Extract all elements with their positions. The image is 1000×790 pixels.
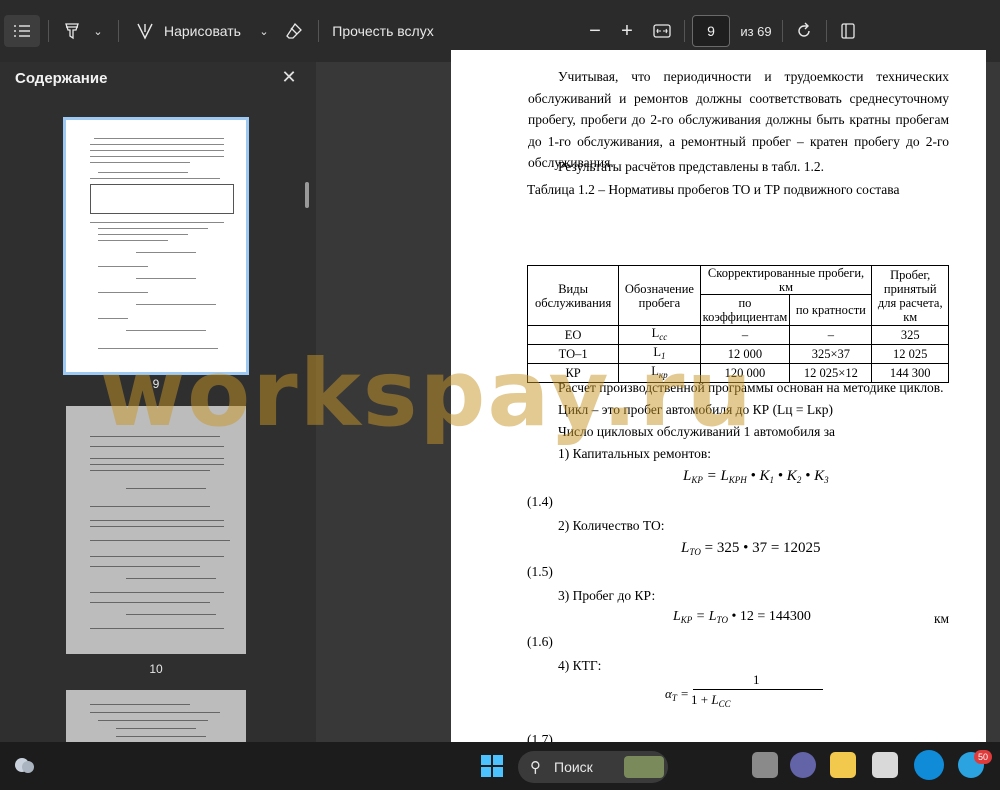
store-icon[interactable] (872, 752, 898, 778)
start-icon[interactable] (480, 754, 504, 778)
page-view-icon (841, 23, 855, 39)
close-icon[interactable]: ✕ (280, 68, 298, 86)
table-row: ЕО Lcc – – 325 (526, 325, 949, 345)
rotate-icon (798, 22, 810, 37)
search-label: Поиск (554, 759, 593, 775)
weather-icon[interactable] (10, 752, 38, 778)
chat-icon[interactable] (790, 752, 816, 778)
table-cell: ЕО (526, 325, 620, 345)
notification-badge: 50 (974, 750, 992, 764)
results-line: Результаты расчётов представлены в табл.… (558, 159, 824, 174)
toolbar-divider (118, 20, 119, 42)
table-header: Виды обслуживания (526, 265, 620, 326)
table-cell: – (789, 325, 873, 345)
item-mileage-to-overhaul: 3) Пробег до КР: (558, 588, 656, 603)
table-header: по кратности (789, 294, 873, 326)
document-page: Учитывая, что периодичности и трудоемкос… (451, 50, 986, 747)
toolbar-divider (318, 20, 319, 42)
page-thumbnail[interactable] (66, 406, 246, 654)
item-maintenance-count: 2) Количество ТО: (558, 518, 665, 533)
zoom-in-button[interactable]: + (614, 15, 640, 47)
method-line: Расчет производственной программы основа… (558, 380, 944, 395)
sidebar-scrollbar[interactable] (305, 182, 309, 208)
table-row: ТО–1 L1 12 000 325×37 12 025 (526, 344, 949, 364)
draw-dropdown[interactable]: ⌄ (254, 15, 274, 47)
table-cell: – (699, 325, 791, 345)
draw-icon (137, 23, 153, 40)
highlighter-icon (65, 23, 79, 40)
formula-capital-repairs: LКР = LКРН • K1 • K2 • K3 (683, 468, 829, 485)
equation-number: (1.4) (527, 494, 553, 509)
unit-km: км (934, 611, 950, 626)
rotate-button[interactable] (790, 15, 818, 47)
list-icon (14, 25, 30, 37)
toolbar-divider (684, 20, 685, 42)
table-cell: Lcc (618, 325, 701, 345)
cycle-line: Цикл – это пробег автомобиля до КР (Lц =… (558, 402, 833, 417)
task-view-icon[interactable] (752, 752, 778, 778)
count-line: Число цикловых обслуживаний 1 автомобиля… (558, 424, 836, 439)
erase-button[interactable] (280, 15, 308, 47)
read-aloud-label: Прочесть вслух (332, 23, 434, 39)
item-capital-repairs: 1) Капитальных ремонтов: (558, 446, 712, 461)
formula-ktg: αТ = 1 1 + LCC (665, 672, 825, 718)
toolbar-divider (826, 20, 827, 42)
page-thumbnail[interactable] (66, 690, 246, 742)
eraser-icon (286, 22, 302, 39)
table-header: по коэффициентам (699, 294, 791, 326)
intro-paragraph: Учитывая, что периодичности и трудоемкос… (528, 69, 949, 170)
equation-number: (1.5) (527, 564, 553, 579)
file-explorer-icon[interactable] (830, 752, 856, 778)
table-caption: Таблица 1.2 – Нормативы пробегов ТО и ТР… (527, 182, 900, 197)
read-aloud-button[interactable]: Прочесть вслух (328, 15, 438, 47)
item-ktg: 4) КТГ: (558, 658, 602, 673)
equation-number: (1.6) (527, 634, 553, 649)
taskbar: 50 (0, 742, 1000, 790)
plus-icon: + (621, 19, 633, 42)
search-highlight-image (624, 756, 664, 778)
chevron-down-icon: ⌄ (259, 25, 269, 38)
fit-width-button[interactable] (648, 15, 676, 47)
table-header: Обозначение пробега (618, 265, 701, 326)
page-view-button[interactable] (834, 15, 862, 47)
formula-maintenance-count: LТО = 325 • 37 = 12025 (681, 540, 821, 557)
table-cell: ТО–1 (526, 344, 620, 364)
table-cell: 325×37 (789, 344, 873, 364)
taskbar-search[interactable]: ⚲ Поиск (518, 751, 668, 783)
mileage-table: Виды обслуживания Обозначение пробега Ск… (526, 265, 949, 383)
page-number-input[interactable]: 9 (692, 15, 730, 47)
table-cell: L1 (618, 344, 701, 364)
minus-icon: − (589, 19, 601, 42)
toolbar-divider (782, 20, 783, 42)
thumbnail-page-number: 9 (152, 377, 160, 391)
contents-toggle-button[interactable] (4, 15, 40, 47)
toolbar-divider (48, 20, 49, 42)
highlight-button[interactable] (58, 15, 86, 47)
fit-width-icon (653, 24, 671, 38)
search-icon: ⚲ (530, 759, 541, 776)
table-cell: 12 000 (699, 344, 791, 364)
contents-sidebar: Содержание ✕ 9 10 (0, 62, 316, 742)
sidebar-title: Содержание (15, 70, 108, 87)
highlight-dropdown[interactable]: ⌄ (88, 15, 108, 47)
draw-button[interactable]: Нарисовать (130, 15, 252, 47)
thumbnail-page-number: 10 (149, 662, 163, 676)
table-header: Пробег, принятый для расчета, км (871, 265, 949, 326)
table-cell: 325 (871, 325, 949, 345)
formula-mileage-to-overhaul: LКР = LТО • 12 = 144300 (673, 609, 811, 625)
table-header: Скорректированные пробеги, км (699, 265, 873, 295)
chevron-down-icon: ⌄ (93, 25, 103, 38)
page-thumbnail[interactable] (63, 117, 249, 375)
edge-icon[interactable] (914, 750, 944, 780)
table-cell: 12 025 (871, 344, 949, 364)
page-total-label: из 69 (740, 23, 772, 39)
zoom-out-button[interactable]: − (582, 15, 608, 47)
document-viewer[interactable]: Учитывая, что периодичности и трудоемкос… (316, 50, 1000, 747)
draw-label: Нарисовать (164, 23, 241, 39)
